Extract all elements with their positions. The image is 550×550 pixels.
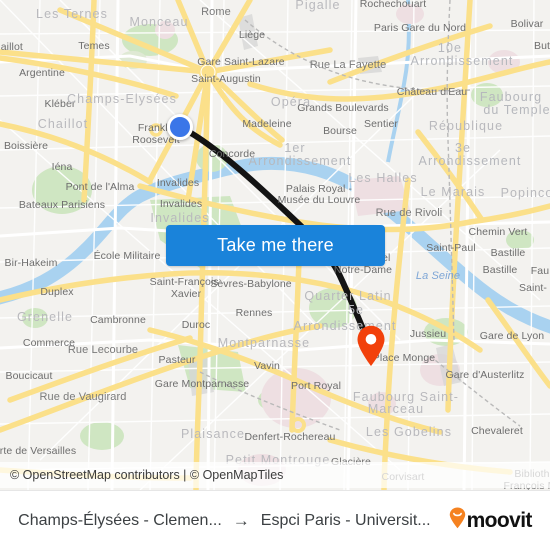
attribution-text: © OpenStreetMap contributors | © OpenMap… bbox=[10, 468, 284, 482]
moovit-wordmark: moovit bbox=[466, 508, 533, 532]
take-me-there-button[interactable]: Take me there bbox=[166, 225, 385, 266]
moovit-route-card: Les Ternes Monceau Rome Pigalle Rochechouart… bbox=[0, 0, 550, 550]
moovit-pin-icon bbox=[449, 507, 466, 534]
footer-origin-label: Champs-Élysées - Clemen... bbox=[18, 511, 222, 529]
footer-destination-label: Espci Paris - Universit... bbox=[260, 511, 431, 529]
origin-marker[interactable] bbox=[167, 114, 193, 140]
route-footer: Champs-Élysées - Clemen... → Espci Paris… bbox=[0, 490, 550, 550]
moovit-logo: moovit bbox=[449, 507, 532, 534]
map-canvas[interactable]: Les Ternes Monceau Rome Pigalle Rochechouart… bbox=[0, 0, 550, 490]
destination-marker[interactable] bbox=[356, 325, 386, 367]
map-attribution: © OpenStreetMap contributors | © OpenMap… bbox=[0, 462, 550, 488]
arrow-right-icon: → bbox=[232, 510, 250, 530]
